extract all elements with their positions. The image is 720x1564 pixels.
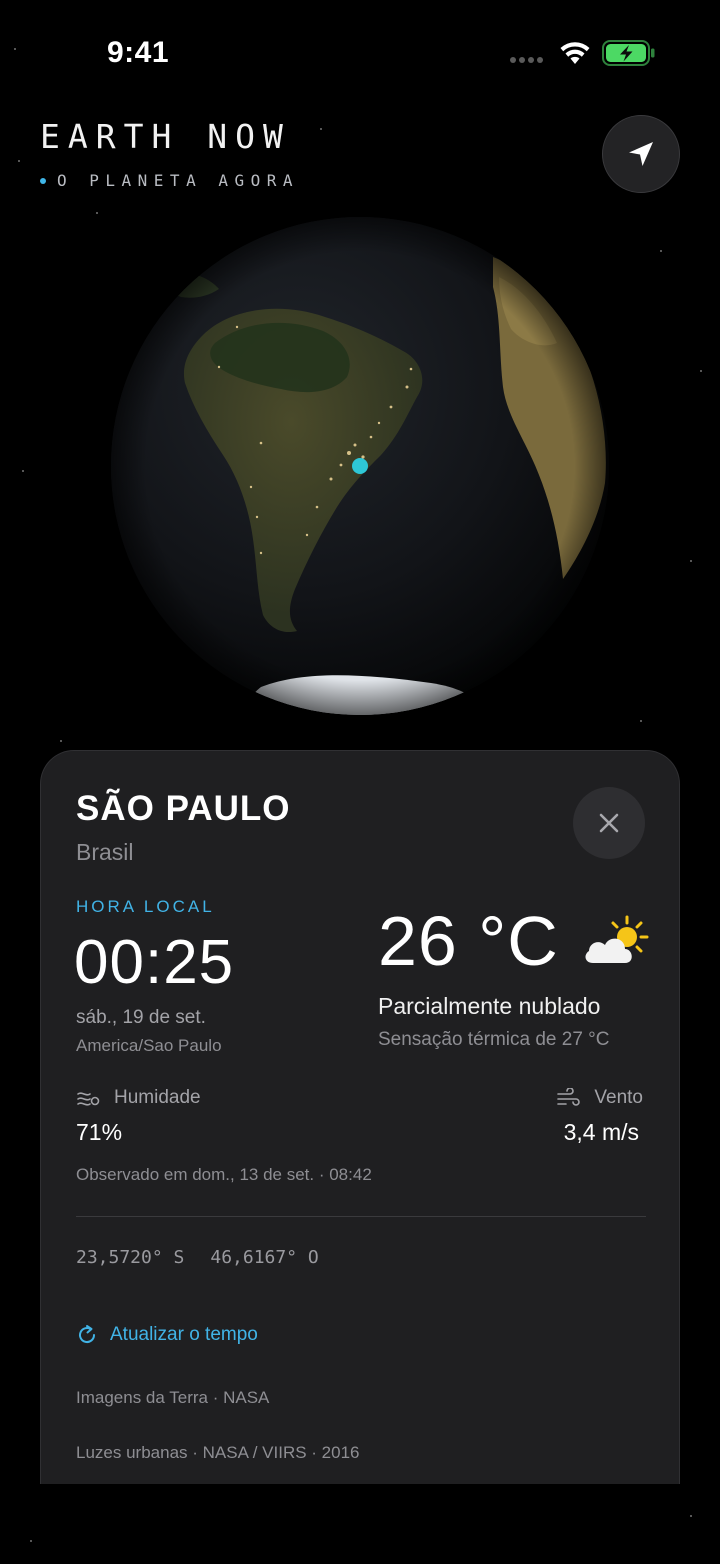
location-arrow-icon [629,142,653,166]
close-card-button[interactable] [573,787,645,859]
refresh-weather-button[interactable]: Atualizar o tempo [76,1324,258,1346]
temperature: 26 °C [378,902,559,980]
app-subtitle: O PLANETA AGORA [40,171,299,190]
close-icon [599,813,619,833]
city-lights-credit: Luzes urbanas · NASA / VIIRS · 2016 [76,1443,360,1462]
app-title: EARTH NOW [40,117,291,156]
observation-timestamp: Observado em dom., 13 de set. · 08:42 [76,1165,372,1184]
wind-icon [557,1088,581,1106]
latitude: 23,5720° S [76,1247,185,1268]
refresh-icon [79,1325,96,1344]
refresh-label: Atualizar o tempo [110,1324,258,1345]
wind-label: Vento [594,1087,643,1108]
timezone: America/Sao Paulo [76,1036,222,1055]
status-bar: 9:41 [0,0,720,100]
battery-charging-icon [602,40,655,66]
imagery-credit: Imagens da Terra · NASA [76,1388,270,1407]
wind-label-row: Vento [556,1087,643,1109]
cellular-signal-icon [510,57,543,63]
status-time: 9:41 [107,36,170,69]
partly-cloudy-icon [585,915,649,963]
local-time: 00:25 [74,928,235,997]
humidity-label: Humidade [114,1087,201,1108]
app-subtitle-text: O PLANETA AGORA [57,171,299,190]
weather-condition: Parcialmente nublado [378,993,601,1019]
locate-me-button[interactable] [602,115,680,193]
local-time-label: HORA LOCAL [76,897,215,916]
feels-like: Sensação térmica de 27 °C [378,1029,610,1050]
longitude: 46,6167° O [210,1247,319,1268]
humidity-label-row: Humidade [76,1087,201,1109]
coordinates: 23,5720° S 46,6167° O [76,1247,319,1268]
city-name: SÃO PAULO [76,789,291,828]
earth-globe[interactable] [111,217,609,715]
live-indicator-dot [40,177,46,184]
wind-value: 3,4 m/s [563,1119,639,1145]
country-name: Brasil [76,839,134,865]
location-info-card: SÃO PAULO Brasil HORA LOCAL 00:25 sáb., … [40,750,680,1484]
local-date: sáb., 19 de set. [76,1007,206,1028]
wifi-icon [560,42,590,64]
divider [76,1216,646,1217]
humidity-icon [77,1092,100,1106]
humidity-value: 71% [76,1119,123,1145]
